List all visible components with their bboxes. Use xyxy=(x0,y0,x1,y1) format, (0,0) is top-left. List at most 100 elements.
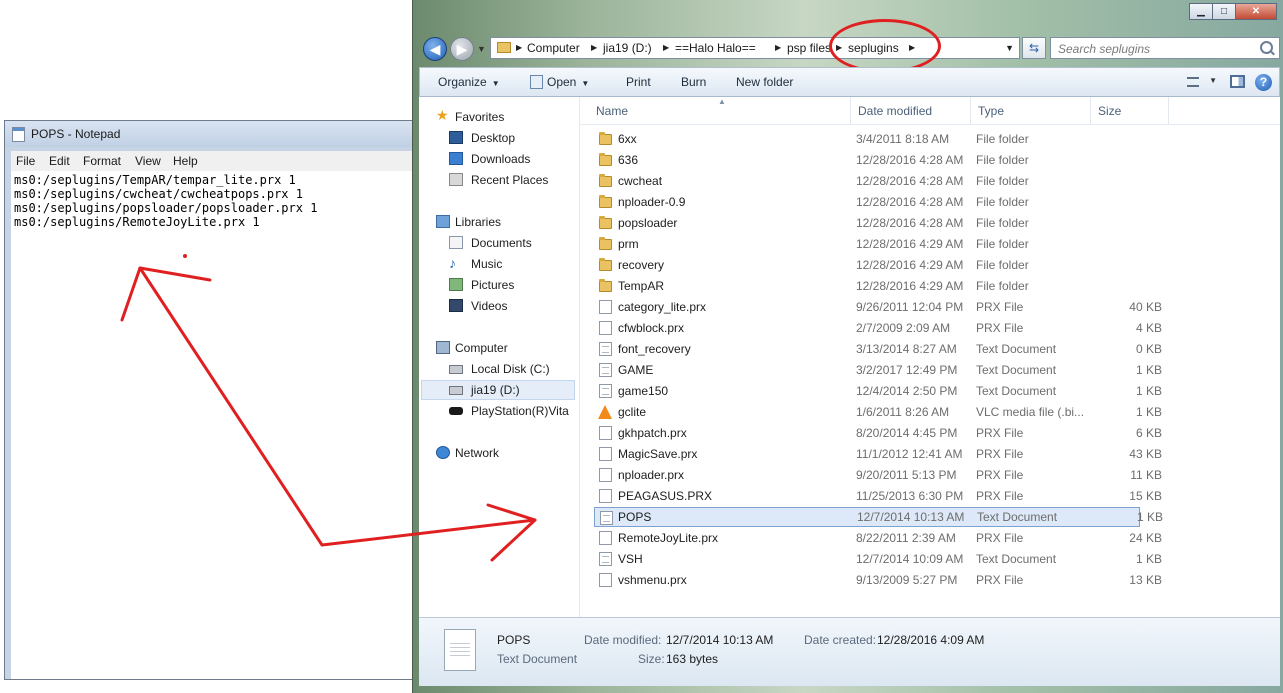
address-dropdown-icon[interactable]: ▼ xyxy=(1005,43,1014,53)
column-divider[interactable] xyxy=(1168,97,1169,124)
notepad-window: POPS - Notepad File Edit Format View Hel… xyxy=(0,120,420,680)
burn-button[interactable]: Burn xyxy=(681,75,706,89)
column-type[interactable]: Type xyxy=(978,104,1004,118)
file-row[interactable]: PEAGASUS.PRX 11/25/2013 6:30 PM PRX File 15… xyxy=(594,486,1162,506)
chevron-right-icon[interactable]: ▶ xyxy=(591,43,597,52)
file-row[interactable]: 636 12/28/2016 4:28 AM File folder xyxy=(594,150,1140,170)
file-row[interactable]: cwcheat 12/28/2016 4:28 AM File folder xyxy=(594,171,1140,191)
file-row[interactable]: gclite 1/6/2011 8:26 AM VLC media file (.b… xyxy=(594,402,1162,422)
file-row[interactable]: nploader-0.9 12/28/2016 4:28 AM File folde… xyxy=(594,192,1140,212)
new-folder-button[interactable]: New folder xyxy=(736,75,793,89)
menu-view[interactable]: View xyxy=(135,154,161,168)
menu-format[interactable]: Format xyxy=(83,154,121,168)
column-divider[interactable] xyxy=(1090,97,1091,124)
close-button[interactable]: ✕ xyxy=(1235,3,1277,20)
forward-button[interactable]: ▶ xyxy=(450,37,474,61)
organize-label: Organize xyxy=(438,75,487,89)
file-icon xyxy=(599,468,612,482)
file-row[interactable]: 6xx 3/4/2011 8:18 AM File folder xyxy=(594,129,1140,149)
file-type: Text Document xyxy=(976,384,1057,398)
details-modified-label: Date modified: xyxy=(584,633,662,647)
file-icon xyxy=(599,426,612,440)
command-bar: Organize ▼ Open ▼ Print Burn New folder ▼ … xyxy=(419,67,1280,97)
file-row[interactable]: VSH 12/7/2014 10:09 AM Text Document 1 KB xyxy=(594,549,1162,569)
file-row[interactable]: game150 12/4/2014 2:50 PM Text Document 1 K… xyxy=(594,381,1162,401)
minimize-button[interactable]: ▁ xyxy=(1189,3,1213,20)
details-created-value: 12/28/2016 4:09 AM xyxy=(877,633,985,647)
column-size[interactable]: Size xyxy=(1098,104,1121,118)
file-row[interactable]: prm 12/28/2016 4:29 AM File folder xyxy=(594,234,1140,254)
chevron-right-icon[interactable]: ▶ xyxy=(516,43,522,52)
nav-label: jia19 (D:) xyxy=(471,383,520,397)
file-row[interactable]: GAME 3/2/2017 12:49 PM Text Document 1 KB xyxy=(594,360,1162,380)
file-row[interactable]: recovery 12/28/2016 4:29 AM File folder xyxy=(594,255,1140,275)
file-icon xyxy=(599,321,612,335)
file-date-modified: 12/28/2016 4:28 AM xyxy=(856,195,964,209)
refresh-button[interactable]: ⇆ xyxy=(1022,37,1046,59)
print-button[interactable]: Print xyxy=(626,75,651,89)
menu-file[interactable]: File xyxy=(16,154,35,168)
maximize-button[interactable]: □ xyxy=(1212,3,1236,20)
recent-places-icon xyxy=(449,173,463,186)
file-type: PRX File xyxy=(976,489,1024,503)
breadcrumb-psp-files[interactable]: psp files xyxy=(787,41,831,55)
column-date-modified[interactable]: Date modified xyxy=(858,104,932,118)
file-row[interactable]: TempAR 12/28/2016 4:29 AM File folder xyxy=(594,276,1140,296)
column-name[interactable]: Name xyxy=(596,104,628,118)
file-row[interactable]: RemoteJoyLite.prx 8/22/2011 2:39 AM PRX Fi… xyxy=(594,528,1162,548)
preview-pane-icon[interactable] xyxy=(1230,75,1245,88)
address-bar[interactable]: ▶ Computer ▶ jia19 (D:) ▶ ==Halo Halo== … xyxy=(490,37,1020,59)
column-divider[interactable] xyxy=(850,97,851,124)
text-document-icon xyxy=(444,629,476,671)
breadcrumb-computer[interactable]: Computer xyxy=(527,41,580,55)
views-icon[interactable] xyxy=(1187,77,1199,87)
menu-edit[interactable]: Edit xyxy=(49,154,70,168)
file-date-modified: 12/28/2016 4:28 AM xyxy=(856,216,964,230)
recent-pages-dropdown[interactable]: ▼ xyxy=(477,44,486,54)
file-row[interactable]: MagicSave.prx 11/1/2012 12:41 AM PRX File 4… xyxy=(594,444,1162,464)
file-date-modified: 2/7/2009 2:09 AM xyxy=(856,321,951,335)
file-row[interactable]: POPS 12/7/2014 10:13 AM Text Document 1 KB xyxy=(594,507,1163,527)
column-divider[interactable] xyxy=(970,97,971,124)
chevron-right-icon[interactable]: ▶ xyxy=(836,43,842,52)
file-row[interactable]: nploader.prx 9/20/2011 5:13 PM PRX File 11 … xyxy=(594,465,1162,485)
text-document-icon xyxy=(599,384,612,398)
breadcrumb-halo[interactable]: ==Halo Halo== xyxy=(675,41,756,55)
chevron-right-icon[interactable]: ▶ xyxy=(663,43,669,52)
chevron-right-icon[interactable]: ▶ xyxy=(909,43,915,52)
breadcrumb-drive[interactable]: jia19 (D:) xyxy=(603,41,652,55)
menu-help[interactable]: Help xyxy=(173,154,198,168)
details-size-value: 163 bytes xyxy=(666,652,719,666)
organize-button[interactable]: Organize ▼ xyxy=(438,75,500,89)
open-button[interactable]: Open ▼ xyxy=(530,75,589,89)
file-name: gclite xyxy=(618,405,647,419)
chevron-right-icon[interactable]: ▶ xyxy=(775,43,781,52)
chevron-down-icon[interactable]: ▼ xyxy=(1209,76,1217,85)
file-row[interactable]: cfwblock.prx 2/7/2009 2:09 AM PRX File 4 KB xyxy=(594,318,1162,338)
file-icon xyxy=(599,573,612,587)
file-date-modified: 12/7/2014 10:13 AM xyxy=(857,510,965,524)
search-icon[interactable] xyxy=(1260,41,1273,54)
details-name: POPS xyxy=(497,633,531,647)
file-type: Text Document xyxy=(976,342,1057,356)
details-type: Text Document xyxy=(497,652,578,666)
back-button[interactable]: ◀ xyxy=(423,37,447,61)
file-row[interactable]: font_recovery 3/13/2014 8:27 AM Text Docum… xyxy=(594,339,1162,359)
file-name: PEAGASUS.PRX xyxy=(618,489,713,503)
details-created-label: Date created: xyxy=(804,633,877,647)
file-date-modified: 1/6/2011 8:26 AM xyxy=(856,405,950,419)
file-row[interactable]: gkhpatch.prx 8/20/2014 4:45 PM PRX File 6 K… xyxy=(594,423,1162,443)
file-row[interactable]: vshmenu.prx 9/13/2009 5:27 PM PRX File 13 K… xyxy=(594,570,1162,590)
file-date-modified: 12/28/2016 4:29 AM xyxy=(856,279,964,293)
notepad-titlebar[interactable]: POPS - Notepad xyxy=(5,121,420,147)
file-type: PRX File xyxy=(976,573,1024,587)
nav-label: PlayStation(R)Vita xyxy=(471,404,569,418)
file-row[interactable]: popsloader 12/28/2016 4:28 AM File folder xyxy=(594,213,1140,233)
file-row[interactable]: category_lite.prx 9/26/2011 12:04 PM PRX F… xyxy=(594,297,1162,317)
notepad-text-area[interactable]: ms0:/seplugins/TempAR/tempar_lite.prx 1 … xyxy=(11,171,420,679)
search-input[interactable] xyxy=(1056,40,1250,58)
help-icon[interactable]: ? xyxy=(1255,74,1272,91)
desktop-icon xyxy=(449,131,463,144)
breadcrumb-seplugins[interactable]: seplugins xyxy=(848,41,899,55)
nav-label: Documents xyxy=(471,236,532,250)
